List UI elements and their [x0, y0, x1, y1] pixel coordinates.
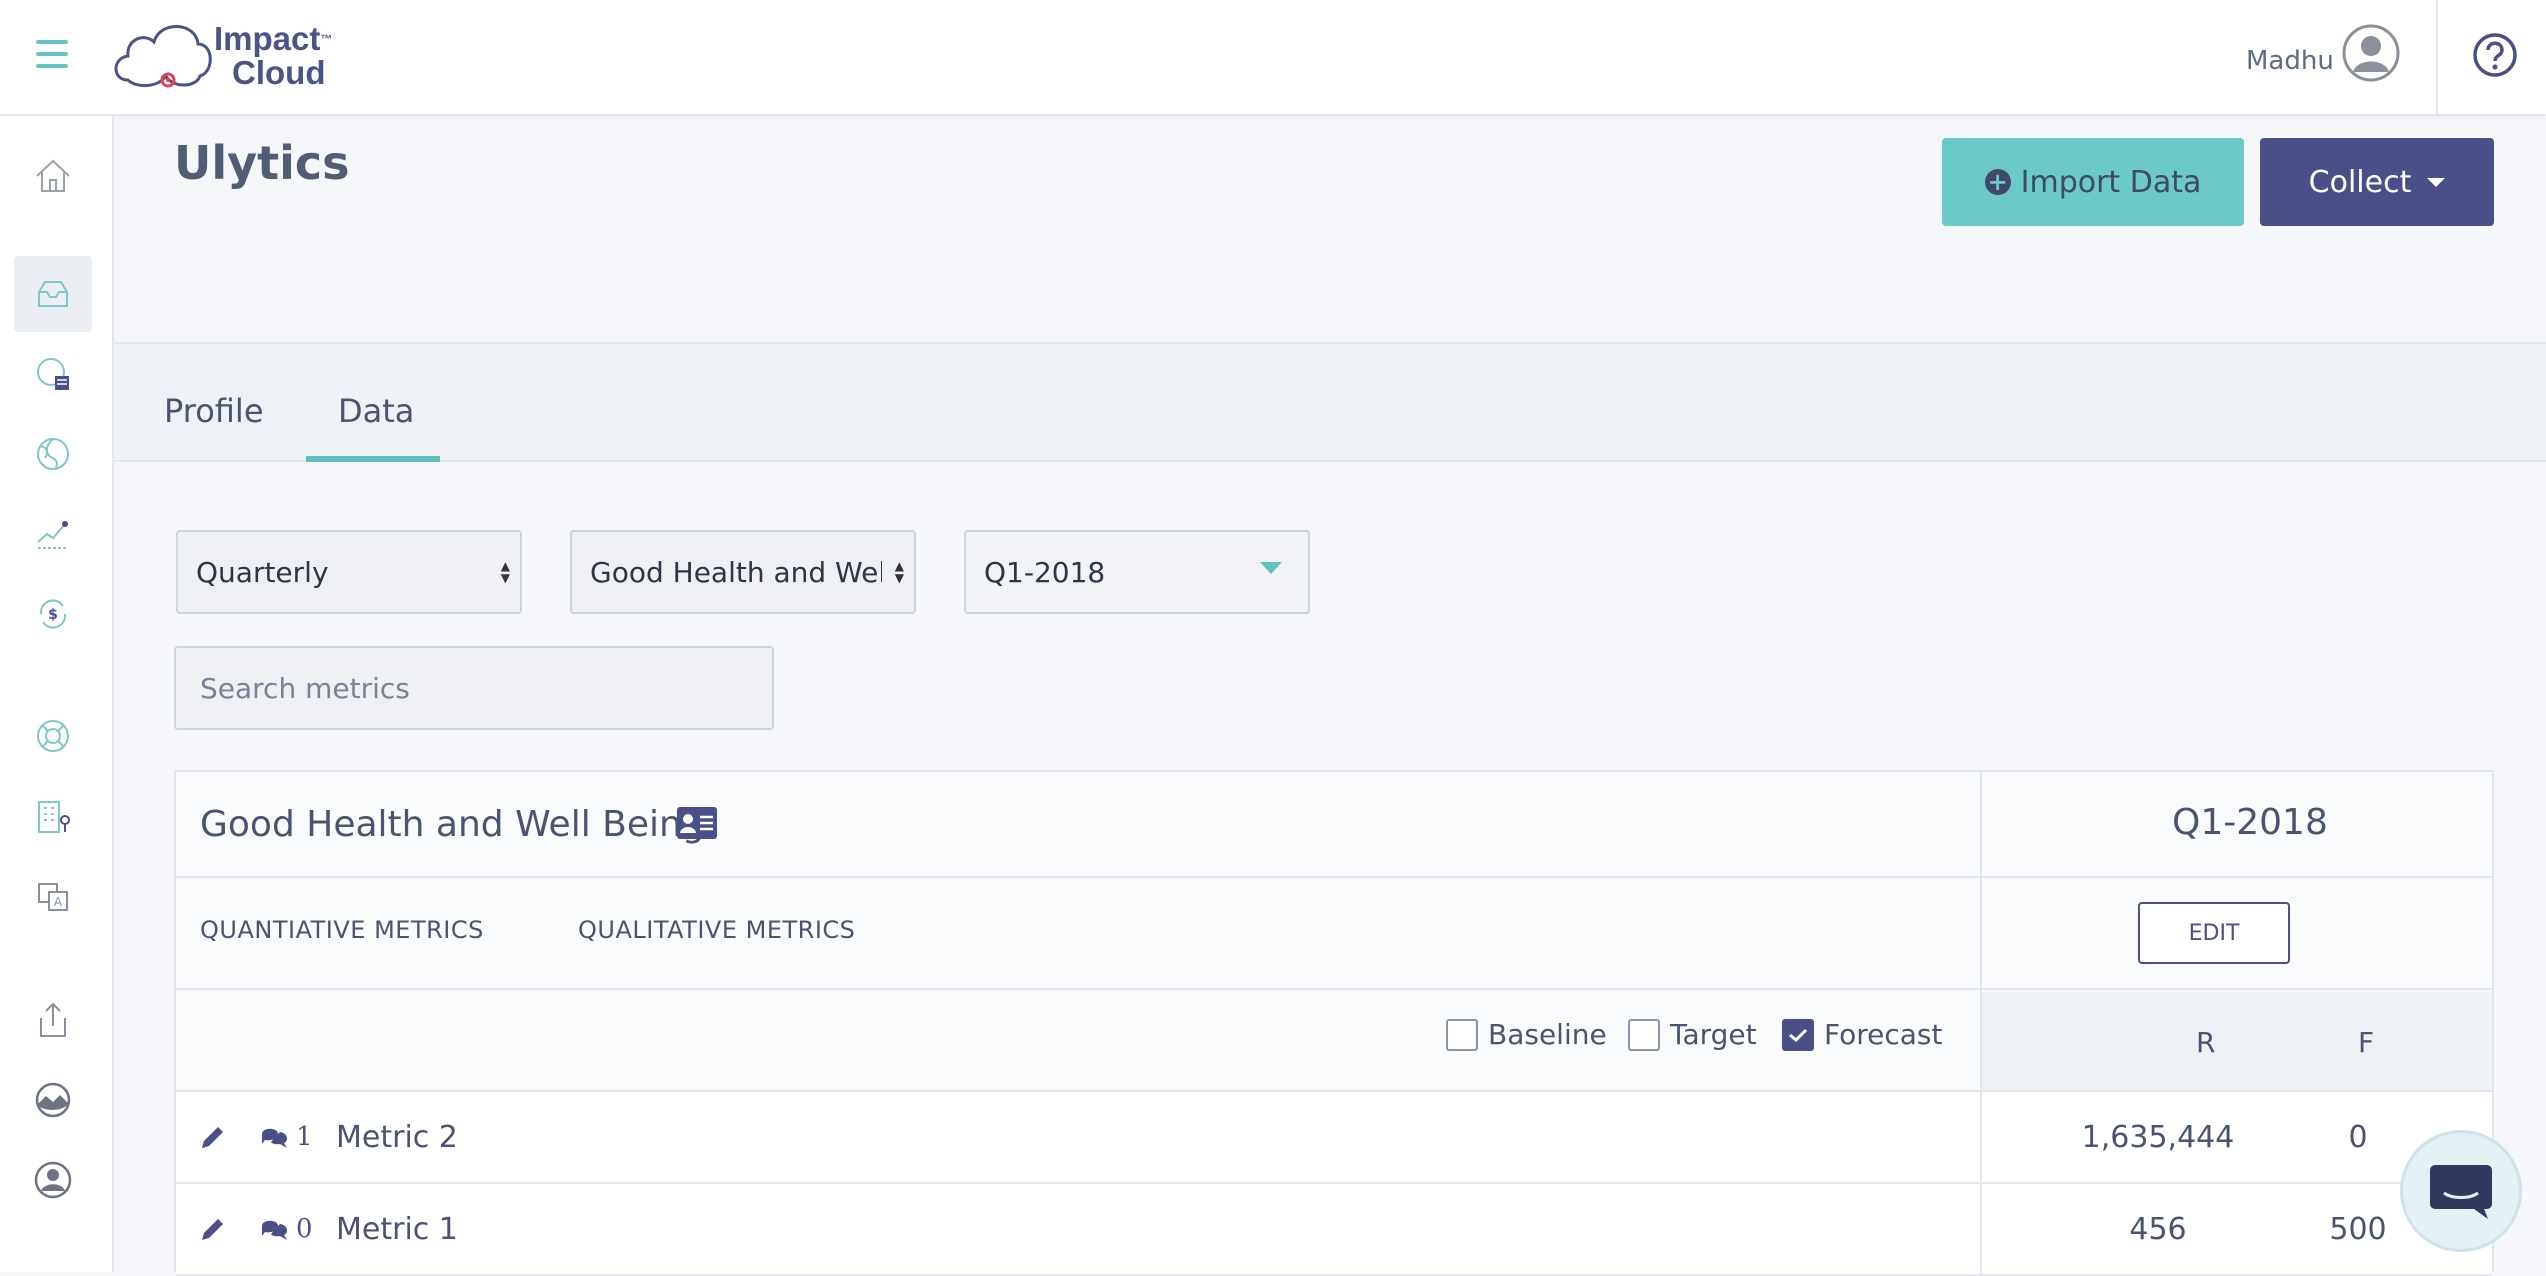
building-icon	[38, 801, 70, 833]
import-data-label: Import Data	[2020, 164, 2202, 200]
filter-header-row: Baseline Target Forecast R F	[176, 990, 2492, 1092]
user-name[interactable]: Madhu	[2246, 46, 2334, 76]
goal-title: Good Health and Well Being	[200, 804, 705, 845]
plus-circle-icon: +	[1984, 169, 2011, 195]
active-tab-indicator	[306, 456, 440, 462]
dropdown-arrow-icon	[1260, 562, 1282, 574]
sidebar-item-account[interactable]	[14, 1142, 92, 1218]
pencil-edit-icon[interactable]	[198, 1122, 228, 1152]
upload-icon	[40, 1002, 66, 1037]
sidebar-item-home[interactable]	[14, 138, 92, 214]
metric-r-value: 1,635,444	[2081, 1120, 2235, 1155]
frequency-value: Quarterly	[196, 555, 329, 589]
metrics-table: Good Health and Well Being Q1-2018 QUANT…	[174, 770, 2494, 1276]
cloud-logo-icon	[114, 25, 212, 88]
chat-widget-button[interactable]	[2400, 1130, 2522, 1252]
trend-chart-icon	[37, 521, 68, 549]
table-row: 1 Metric 2 1,635,444 0	[176, 1092, 2492, 1184]
sidebar-item-translate[interactable]: A	[14, 858, 92, 934]
checkbox-box	[1446, 1018, 1478, 1051]
select-arrows-icon: ▲ ▼	[894, 559, 904, 585]
dollar-cycle-icon: $	[39, 599, 67, 629]
pencil-edit-icon[interactable]	[198, 1214, 228, 1244]
checkbox-box	[1628, 1018, 1660, 1051]
id-card-icon[interactable]	[676, 806, 718, 840]
help-icon[interactable]	[2472, 32, 2518, 78]
chat-bubble-icon	[2430, 1165, 2492, 1219]
sidebar-item-report[interactable]	[14, 336, 92, 412]
metric-f-value: 0	[2348, 1120, 2368, 1155]
metric-name: Metric 2	[336, 1120, 458, 1155]
globe-icon	[37, 438, 69, 470]
metric-f-value: 500	[2329, 1212, 2387, 1247]
target-checkbox[interactable]: Target	[1628, 1018, 1757, 1051]
inbox-icon	[38, 281, 68, 307]
home-icon	[36, 159, 70, 192]
metric-type-row: QUANTIATIVE METRICS QUALITATIVE METRICS …	[176, 878, 2492, 990]
top-bar: Impact™ Cloud Madhu	[0, 0, 2546, 116]
period-column-header: Q1-2018	[2172, 802, 2328, 843]
comments-icon	[262, 1220, 288, 1240]
tab-bar: Profile Data	[114, 342, 2546, 462]
table-row: 0 Metric 1 456 500	[176, 1184, 2492, 1276]
sidebar-item-building[interactable]	[14, 778, 92, 854]
tab-quantitative-metrics[interactable]: QUANTIATIVE METRICS	[200, 916, 484, 944]
target-label: Target	[1670, 1018, 1757, 1051]
account-icon	[34, 1161, 72, 1199]
frequency-select[interactable]: Quarterly ▲ ▼	[176, 530, 522, 614]
brand-name: Impact™ Cloud	[214, 20, 333, 91]
comment-count: 1	[296, 1122, 313, 1152]
metric-r-value: 456	[2129, 1212, 2187, 1247]
tab-qualitative-metrics[interactable]: QUALITATIVE METRICS	[578, 916, 855, 944]
baseline-checkbox[interactable]: Baseline	[1446, 1018, 1607, 1051]
checkmark-icon	[1789, 1028, 1808, 1042]
landscape-icon	[35, 1082, 71, 1118]
checkbox-box	[1782, 1018, 1814, 1051]
period-select[interactable]: Q1-2018	[964, 530, 1310, 614]
sidebar-item-landscape[interactable]	[14, 1062, 92, 1138]
svg-text:$: $	[48, 607, 58, 623]
column-header-f: F	[2358, 1026, 2375, 1059]
lifebuoy-icon	[37, 720, 69, 752]
select-arrows-icon: ▲ ▼	[500, 559, 510, 585]
goal-select[interactable]: Good Health and Well Being ▲▼	[570, 530, 916, 614]
sidebar: $ A	[0, 116, 114, 1272]
column-divider	[1980, 772, 1982, 1274]
sidebar-item-support[interactable]	[14, 698, 92, 774]
tab-profile[interactable]: Profile	[164, 392, 264, 430]
sidebar-item-globe[interactable]	[14, 416, 92, 492]
search-metrics-input[interactable]	[174, 646, 774, 730]
import-data-button[interactable]: + Import Data	[1942, 138, 2244, 226]
hamburger-menu-icon[interactable]	[36, 40, 68, 68]
column-header-r: R	[2196, 1026, 2216, 1059]
tab-data[interactable]: Data	[338, 392, 414, 430]
comments-icon	[262, 1128, 288, 1148]
impact-cloud-logo[interactable]: Impact™ Cloud	[110, 14, 350, 104]
period-value: Q1-2018	[984, 555, 1106, 589]
svg-text:A: A	[54, 895, 63, 909]
sidebar-item-export[interactable]	[14, 982, 92, 1058]
edit-button[interactable]: EDIT	[2138, 902, 2290, 964]
metric-name: Metric 1	[336, 1212, 458, 1247]
forecast-label: Forecast	[1824, 1018, 1943, 1051]
translate-icon: A	[38, 883, 68, 911]
page-title: Ulytics	[174, 136, 350, 190]
collect-label: Collect	[2308, 164, 2412, 200]
topbar-divider	[2436, 0, 2438, 116]
caret-down-icon	[2427, 177, 2446, 187]
comments-count[interactable]: 1	[260, 1122, 313, 1152]
comment-count: 0	[296, 1214, 313, 1244]
baseline-label: Baseline	[1488, 1018, 1607, 1051]
comments-count[interactable]: 0	[260, 1214, 313, 1244]
goal-value: Good Health and Well Being	[590, 555, 882, 589]
forecast-checkbox[interactable]: Forecast	[1782, 1018, 1942, 1051]
collect-dropdown-button[interactable]: Collect	[2260, 138, 2494, 226]
sidebar-item-inbox[interactable]	[14, 256, 92, 332]
sidebar-item-trends[interactable]	[14, 496, 92, 572]
report-icon	[37, 358, 69, 390]
table-title-row: Good Health and Well Being Q1-2018	[176, 772, 2492, 878]
sidebar-item-finance[interactable]: $	[14, 576, 92, 652]
user-avatar-icon[interactable]	[2342, 24, 2400, 82]
